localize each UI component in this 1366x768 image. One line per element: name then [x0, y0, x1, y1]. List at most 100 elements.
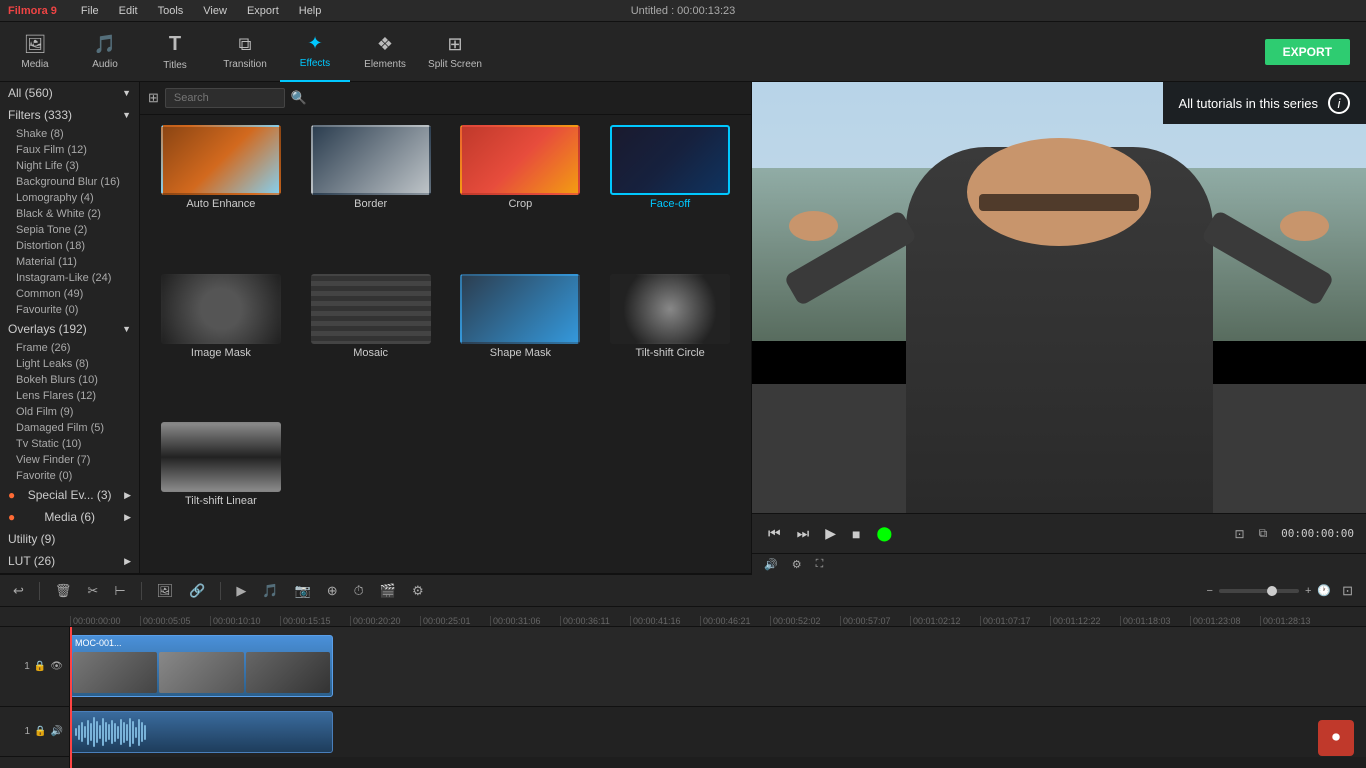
delete-button[interactable]: 🗑: [50, 581, 77, 601]
stop-button[interactable]: ■: [848, 522, 864, 546]
filter-sepia-tone[interactable]: Sepia Tone (2): [0, 222, 139, 238]
effect-item-shape-mask[interactable]: Shape Mask: [450, 274, 592, 415]
filter-material[interactable]: Material (11): [0, 254, 139, 270]
play-button[interactable]: ▶: [821, 521, 840, 546]
effect-item-crop[interactable]: Crop: [450, 125, 592, 266]
audio-mute-icon[interactable]: 🔊: [51, 726, 63, 737]
toolbar-split-screen[interactable]: ⊞ Split Screen: [420, 22, 490, 82]
motion-button[interactable]: 🎬: [375, 581, 401, 601]
toolbar-media[interactable]: 🖼 Media: [0, 22, 70, 82]
playhead[interactable]: [70, 627, 72, 768]
titles-icon: T: [169, 33, 181, 56]
overlay-bokeh-blurs[interactable]: Bokeh Blurs (10): [0, 372, 139, 388]
overlay-damaged-film[interactable]: Damaged Film (5): [0, 420, 139, 436]
effect-item-mosaic[interactable]: Mosaic: [300, 274, 442, 415]
media-chevron: ▶: [124, 512, 131, 523]
filter-black-white[interactable]: Black & White (2): [0, 206, 139, 222]
cut-button[interactable]: ✂: [82, 581, 103, 601]
media-section-header[interactable]: ● Media (6) ▶: [0, 506, 139, 528]
search-icon[interactable]: 🔍: [291, 90, 307, 106]
audio-mix-button[interactable]: 🎵: [257, 581, 283, 601]
fullscreen-button[interactable]: ⛶: [812, 556, 828, 573]
effect-item-image-mask[interactable]: Image Mask: [150, 274, 292, 415]
settings-button[interactable]: ⚙: [788, 556, 806, 573]
toolbar-elements[interactable]: ❖ Elements: [350, 22, 420, 82]
filter-distortion[interactable]: Distortion (18): [0, 238, 139, 254]
zoom-handle[interactable]: [1267, 586, 1277, 596]
overlays-section-header[interactable]: Overlays (192) ▼: [0, 318, 139, 340]
effect-item-tilt-shift-linear[interactable]: Tilt-shift Linear: [150, 422, 292, 563]
wave-bar-12: [111, 720, 113, 744]
camera-button[interactable]: 📷: [290, 581, 316, 601]
audio-lock-icon[interactable]: 🔒: [34, 726, 46, 737]
overlay-tv-static[interactable]: Tv Static (10): [0, 436, 139, 452]
effect-item-tilt-shift-circle[interactable]: Tilt-shift Circle: [599, 274, 741, 415]
ruler-marks: 00:00:00:0000:00:05:0500:00:10:1000:00:1…: [70, 607, 1330, 626]
export-button[interactable]: EXPORT: [1265, 39, 1350, 65]
overlay-light-leaks[interactable]: Light Leaks (8): [0, 356, 139, 372]
grid-view-icon[interactable]: ⊞: [148, 90, 159, 106]
special-ev-section-header[interactable]: ● Special Ev... (3) ▶: [0, 484, 139, 506]
toolbar-transition[interactable]: ⧉ Transition: [210, 22, 280, 82]
play-timeline-button[interactable]: ▶: [231, 581, 251, 601]
filter-shake[interactable]: Shake (8): [0, 126, 139, 142]
effect-item-face-off[interactable]: Face-off: [599, 125, 741, 266]
video-clip[interactable]: MOC-001...: [70, 635, 333, 697]
skip-back-button[interactable]: ⏮: [764, 521, 785, 546]
split-button[interactable]: ⊢: [109, 581, 130, 601]
record-bottom-button[interactable]: ⏺: [1318, 720, 1354, 756]
effect-item-auto-enhance[interactable]: Auto Enhance: [150, 125, 292, 266]
info-icon[interactable]: i: [1328, 92, 1350, 114]
media-section-text: Media (6): [44, 510, 95, 524]
filter-lomography[interactable]: Lomography (4): [0, 190, 139, 206]
volume-button[interactable]: 🔊: [760, 556, 782, 573]
add-link-button[interactable]: 🔗: [184, 581, 210, 601]
settings-timeline-button[interactable]: ⚙: [407, 581, 429, 601]
filter-faux-film[interactable]: Faux Film (12): [0, 142, 139, 158]
filter-common[interactable]: Common (49): [0, 286, 139, 302]
toolbar-titles[interactable]: T Titles: [140, 22, 210, 82]
menu-help[interactable]: Help: [295, 5, 326, 17]
menu-view[interactable]: View: [199, 5, 231, 17]
effect-item-border[interactable]: Border: [300, 125, 442, 266]
video-clip-thumbnail: [71, 650, 332, 695]
speed-button[interactable]: ⏱: [349, 581, 369, 601]
wave-bar-20: [135, 727, 137, 738]
filters-section-header[interactable]: Filters (333) ▼: [0, 104, 139, 126]
lock-icon[interactable]: 🔒: [34, 661, 46, 672]
eye-icon[interactable]: 👁: [50, 661, 63, 672]
all-section-header[interactable]: All (560) ▼: [0, 82, 139, 104]
overlay-old-film[interactable]: Old Film (9): [0, 404, 139, 420]
menu-edit[interactable]: Edit: [115, 5, 142, 17]
effect-label-0: Auto Enhance: [186, 198, 255, 210]
record-button[interactable]: ⬤: [872, 521, 896, 546]
menu-tools[interactable]: Tools: [154, 5, 188, 17]
overlay-lens-flares[interactable]: Lens Flares (12): [0, 388, 139, 404]
effect-thumb-5: [311, 274, 431, 344]
ruler-mark-15: 00:01:18:03: [1120, 616, 1190, 626]
audio-clip[interactable]: [70, 711, 333, 753]
menu-export[interactable]: Export: [243, 5, 283, 17]
undo-button[interactable]: ↩: [8, 581, 29, 601]
overlay-favorite[interactable]: Favorite (0): [0, 468, 139, 484]
step-back-button[interactable]: ⏭: [793, 521, 814, 546]
filter-night-life[interactable]: Night Life (3): [0, 158, 139, 174]
search-input[interactable]: [165, 88, 285, 108]
filter-timeline-button[interactable]: ⊕: [322, 581, 343, 601]
filter-background-blur[interactable]: Background Blur (16): [0, 174, 139, 190]
toolbar-separator-1: [39, 582, 40, 600]
zoom-slider[interactable]: [1219, 589, 1299, 593]
zoom-fit-button[interactable]: ⊡: [1337, 581, 1358, 601]
ruler-mark-11: 00:00:57:07: [840, 616, 910, 626]
lut-section-header[interactable]: LUT (26) ▶: [0, 550, 139, 572]
overlay-frame[interactable]: Frame (26): [0, 340, 139, 356]
toolbar-effects[interactable]: ✦ Effects: [280, 22, 350, 82]
menu-file[interactable]: File: [77, 5, 103, 17]
video-track-content: MOC-001...: [70, 627, 1366, 707]
overlay-view-finder[interactable]: View Finder (7): [0, 452, 139, 468]
utility-section-header[interactable]: Utility (9): [0, 528, 139, 550]
filter-favourite[interactable]: Favourite (0): [0, 302, 139, 318]
toolbar-audio[interactable]: 🎵 Audio: [70, 22, 140, 82]
filter-instagram-like[interactable]: Instagram-Like (24): [0, 270, 139, 286]
add-media-button[interactable]: 🖼: [152, 581, 179, 601]
